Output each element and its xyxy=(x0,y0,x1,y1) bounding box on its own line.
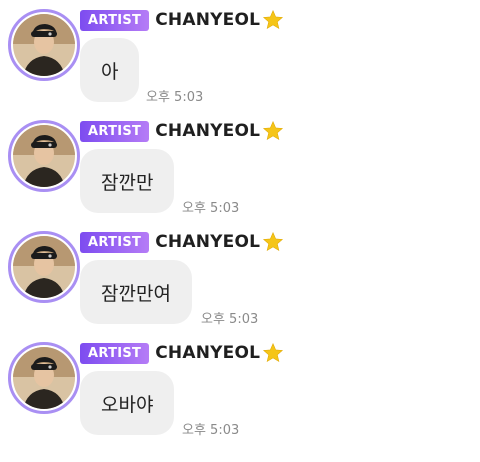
profile-avatar-icon xyxy=(13,347,75,409)
artist-avatar[interactable] xyxy=(8,342,80,414)
message-time: 오후 5:03 xyxy=(146,90,204,105)
star-icon xyxy=(263,342,284,363)
message-bubble[interactable]: 오바야 xyxy=(80,371,175,435)
chat-message: ARTIST CHANYEOL 오바야 오후 5:03 xyxy=(0,333,480,443)
artist-badge: ARTIST xyxy=(80,342,150,364)
profile-avatar-icon xyxy=(13,14,75,76)
artist-name-row: ARTIST CHANYEOL xyxy=(80,8,284,32)
artist-avatar[interactable] xyxy=(8,120,80,192)
artist-avatar[interactable] xyxy=(8,9,80,81)
message-time: 오후 5:03 xyxy=(182,423,240,438)
profile-avatar-icon xyxy=(13,125,75,187)
star-icon xyxy=(263,9,284,30)
message-time: 오후 5:03 xyxy=(182,201,240,216)
artist-name[interactable]: CHANYEOL xyxy=(155,121,260,141)
artist-name-row: ARTIST CHANYEOL xyxy=(80,119,284,143)
message-time: 오후 5:03 xyxy=(201,312,259,327)
star-icon xyxy=(263,120,284,141)
artist-name-row: ARTIST CHANYEOL xyxy=(80,230,284,254)
chat-message: ARTIST CHANYEOL 아 오후 5:03 xyxy=(0,0,480,110)
artist-badge: ARTIST xyxy=(80,120,150,142)
profile-avatar-icon xyxy=(13,236,75,298)
message-bubble[interactable]: 잠깐만여 xyxy=(80,260,192,324)
chat-message: ARTIST CHANYEOL 잠깐만 오후 5:03 xyxy=(0,111,480,221)
artist-name[interactable]: CHANYEOL xyxy=(155,10,260,30)
chat-message: ARTIST CHANYEOL 잠깐만여 오후 5:03 xyxy=(0,222,480,332)
message-bubble[interactable]: 잠깐만 xyxy=(80,149,175,213)
message-bubble[interactable]: 아 xyxy=(80,38,140,102)
artist-avatar[interactable] xyxy=(8,231,80,303)
artist-name-row: ARTIST CHANYEOL xyxy=(80,341,284,365)
artist-name[interactable]: CHANYEOL xyxy=(155,232,260,252)
artist-name[interactable]: CHANYEOL xyxy=(155,343,260,363)
star-icon xyxy=(263,231,284,252)
artist-badge: ARTIST xyxy=(80,9,150,31)
artist-badge: ARTIST xyxy=(80,231,150,253)
